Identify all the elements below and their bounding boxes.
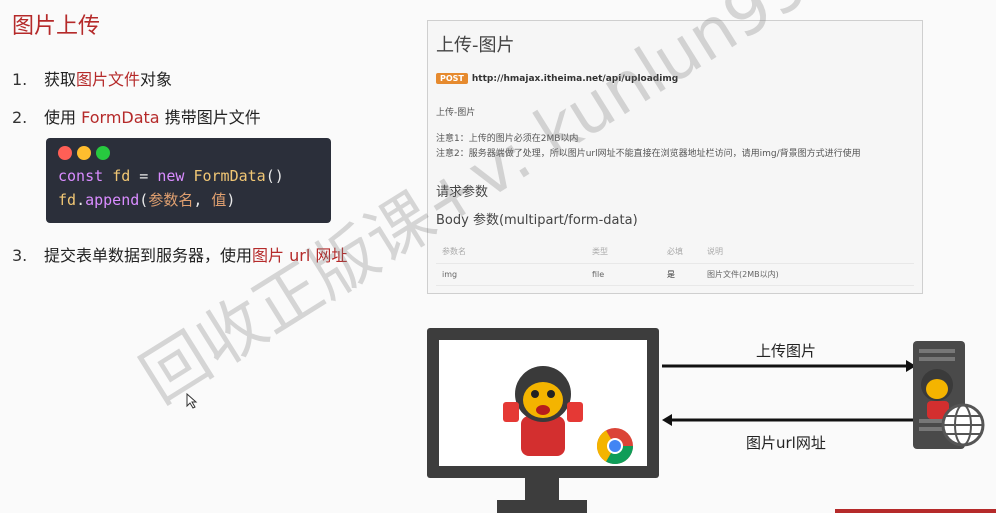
code-class: FormData — [193, 167, 266, 185]
code-punctuation: . — [76, 191, 86, 209]
step-highlight: FormData — [81, 108, 160, 127]
table-cell: 图片文件(2MB以内) — [701, 263, 914, 286]
api-note-1: 注意1：上传的图片必须在2MB以内 — [436, 134, 579, 144]
column-header: 参数名 — [436, 241, 586, 264]
code-punctuation: , — [193, 191, 212, 209]
step-3: 3. 提交表单数据到服务器，使用图片 url 网址 — [12, 242, 347, 266]
code-snippet: const fd = new FormData() fd.append(参数名,… — [46, 138, 331, 223]
monitor-screen — [439, 340, 647, 466]
code-keyword: new — [157, 167, 185, 185]
table-header-row: 参数名 类型 必填 说明 — [436, 241, 914, 264]
code-line-1: const fd = new FormData() — [58, 164, 319, 188]
code-punctuation: ) — [226, 191, 236, 209]
code-variable: fd — [58, 191, 77, 209]
step-text: 获取 — [44, 70, 77, 89]
step-2: 2. 使用 FormData 携带图片文件 — [12, 104, 261, 128]
slide-title: 图片上传 — [12, 14, 101, 39]
client-monitor — [427, 328, 659, 478]
step-highlight: 图片文件 — [76, 70, 141, 89]
code-punctuation: () — [265, 167, 284, 185]
method-badge: POST — [436, 73, 468, 84]
window-controls — [58, 146, 319, 160]
step-highlight: 图片 url 网址 — [252, 246, 348, 265]
code-operator: = — [130, 167, 158, 185]
code-argument: 值 — [211, 191, 227, 209]
mouse-cursor-icon — [186, 393, 198, 409]
step-1: 1. 获取图片文件对象 — [12, 66, 172, 90]
body-heading: Body 参数(multipart/form-data) — [436, 213, 638, 228]
step-text: 提交表单数据到服务器，使用 — [44, 246, 253, 265]
code-argument: 参数名 — [148, 191, 194, 209]
step-text: 携带图片文件 — [159, 108, 261, 127]
code-line-2: fd.append(参数名, 值) — [58, 188, 319, 212]
mascot-icon — [503, 366, 633, 465]
table-cell: 是 — [661, 263, 701, 286]
response-label: 图片url网址 — [746, 434, 826, 452]
step-text: 使用 — [44, 108, 82, 127]
accent-strip — [835, 509, 996, 513]
step-number: 3. — [12, 246, 28, 265]
step-text: 对象 — [140, 70, 173, 89]
table-cell: img — [436, 263, 586, 286]
monitor-base — [497, 500, 587, 513]
arrow-right-icon — [662, 360, 916, 372]
api-doc-panel: 上传-图片 POST http://hmajax.itheima.net/api… — [427, 20, 923, 294]
monitor-stand — [525, 478, 559, 502]
endpoint-row: POST http://hmajax.itheima.net/api/uploa… — [436, 73, 678, 84]
code-keyword: const — [58, 167, 104, 185]
table-row: img file 是 图片文件(2MB以内) — [436, 263, 914, 286]
params-heading: 请求参数 — [436, 185, 489, 200]
api-title: 上传-图片 — [436, 35, 515, 56]
maximize-dot-icon — [96, 146, 110, 160]
step-number: 1. — [12, 70, 28, 89]
code-variable: fd — [112, 167, 131, 185]
close-dot-icon — [58, 146, 72, 160]
step-number: 2. — [12, 108, 28, 127]
column-header: 类型 — [586, 241, 661, 264]
endpoint-url[interactable]: http://hmajax.itheima.net/api/uploadimg — [472, 74, 678, 84]
code-method: append — [85, 191, 140, 209]
server-icon — [913, 341, 985, 449]
column-header: 说明 — [701, 241, 914, 264]
code-punctuation: ( — [139, 191, 149, 209]
table-cell: file — [586, 263, 661, 286]
column-header: 必填 — [661, 241, 701, 264]
params-table: 参数名 类型 必填 说明 img file 是 图片文件(2MB以内) — [436, 241, 914, 286]
arrow-left-icon — [662, 414, 916, 426]
minimize-dot-icon — [77, 146, 91, 160]
api-note-2: 注意2：服务器端做了处理，所以图片url网址不能直接在浏览器地址栏访问，请用im… — [436, 149, 861, 159]
api-subtitle: 上传-图片 — [436, 108, 476, 118]
